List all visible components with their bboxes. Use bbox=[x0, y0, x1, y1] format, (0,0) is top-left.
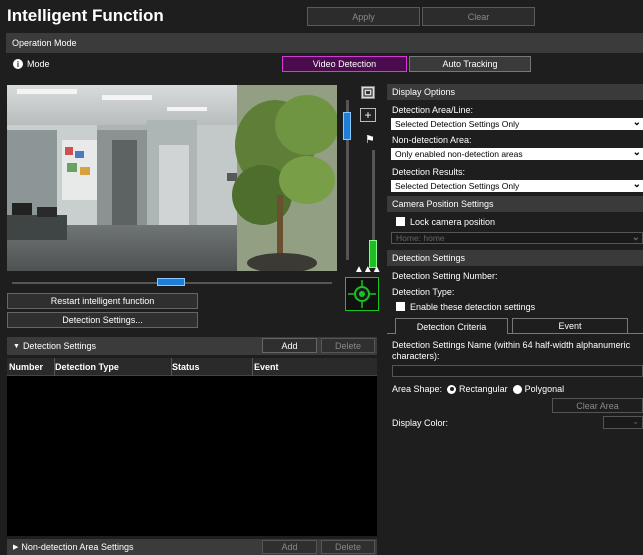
pan-slider-handle[interactable] bbox=[157, 278, 185, 286]
settings-panel: Display Options Detection Area/Line: Sel… bbox=[387, 84, 643, 429]
operation-mode-label: Operation Mode bbox=[12, 38, 77, 48]
focus-far-icon[interactable]: ▲▲▲ bbox=[354, 264, 382, 275]
chevron-down-icon: ⌄ bbox=[632, 147, 641, 158]
col-status[interactable]: Status bbox=[172, 362, 254, 372]
detection-number-label: Detection Setting Number: bbox=[392, 271, 498, 281]
apply-button[interactable]: Apply bbox=[307, 7, 420, 26]
operation-mode-header: Operation Mode bbox=[6, 33, 643, 53]
fit-screen-icon[interactable] bbox=[361, 86, 375, 99]
enable-detection-checkbox[interactable] bbox=[396, 302, 405, 311]
display-options-header: Display Options bbox=[387, 84, 643, 100]
delete-detection-button[interactable]: Delete bbox=[321, 338, 375, 353]
chevron-down-icon: ⌄ bbox=[631, 232, 640, 243]
polygonal-label: Polygonal bbox=[524, 384, 565, 394]
area-line-value: Selected Detection Settings Only bbox=[395, 119, 520, 129]
mode-label: Mode bbox=[27, 59, 50, 69]
detection-table-header: Number Detection Type Status Event bbox=[7, 358, 377, 376]
non-detection-area-value: Only enabled non-detection areas bbox=[395, 149, 523, 159]
tab-event[interactable]: Event bbox=[512, 318, 628, 334]
area-line-select[interactable]: Selected Detection Settings Only ⌄ bbox=[391, 117, 643, 130]
display-color-row: Display Color: ⌄ bbox=[387, 416, 643, 429]
auto-tracking-button[interactable]: Auto Tracking bbox=[409, 56, 531, 72]
camera-position-header: Camera Position Settings bbox=[387, 196, 643, 212]
chevron-down-icon: ⌄ bbox=[632, 179, 641, 190]
detection-results-label: Detection Results: bbox=[392, 167, 466, 177]
non-detection-area-label: Non-detection Area: bbox=[392, 135, 472, 145]
area-shape-row: Area Shape: Rectangular Polygonal bbox=[387, 384, 643, 394]
tab-detection-criteria[interactable]: Detection Criteria bbox=[395, 318, 508, 334]
detection-settings-list-title: Detection Settings bbox=[22, 341, 96, 351]
detection-tabs: Detection Criteria Event bbox=[387, 318, 643, 334]
settings-name-input[interactable] bbox=[392, 365, 643, 377]
collapse-triangle-icon: ▼ bbox=[13, 342, 20, 350]
home-position-select[interactable]: Home: home ⌄ bbox=[391, 232, 643, 244]
enable-detection-row[interactable]: Enable these detection settings bbox=[387, 302, 643, 312]
display-color-select[interactable]: ⌄ bbox=[603, 416, 643, 429]
expand-triangle-icon: ▶ bbox=[13, 544, 19, 551]
enable-detection-label: Enable these detection settings bbox=[410, 302, 536, 312]
polygonal-radio[interactable] bbox=[512, 384, 522, 394]
focus-near-icon[interactable]: ⚑ bbox=[365, 133, 375, 146]
display-color-label: Display Color: bbox=[392, 417, 449, 428]
col-number[interactable]: Number bbox=[7, 362, 55, 372]
video-detection-button[interactable]: Video Detection bbox=[282, 56, 407, 72]
office-scene-image bbox=[7, 85, 337, 271]
detection-settings-form-header: Detection Settings bbox=[387, 250, 643, 266]
page-title: Intelligent Function bbox=[7, 6, 164, 25]
detection-results-value: Selected Detection Settings Only bbox=[395, 181, 520, 191]
detection-type-label: Detection Type: bbox=[392, 287, 455, 297]
lock-camera-row[interactable]: Lock camera position bbox=[387, 217, 643, 227]
crosshair-icon bbox=[348, 280, 376, 308]
camera-position-title: Camera Position Settings bbox=[392, 199, 494, 209]
area-shape-label: Area Shape: bbox=[392, 384, 443, 394]
zoom-slider-handle[interactable] bbox=[343, 112, 351, 140]
add-detection-button[interactable]: Add bbox=[262, 338, 317, 353]
detection-table-body bbox=[7, 376, 377, 536]
delete-non-detection-button[interactable]: Delete bbox=[321, 540, 375, 554]
area-line-label: Detection Area/Line: bbox=[392, 105, 474, 115]
chevron-down-icon: ⌄ bbox=[632, 417, 639, 426]
home-position-value: Home: home bbox=[396, 233, 445, 243]
info-icon: i bbox=[13, 59, 23, 69]
detection-results-select[interactable]: Selected Detection Settings Only ⌄ bbox=[391, 179, 643, 192]
settings-name-label: Detection Settings Name (within 64 half-… bbox=[392, 340, 631, 361]
rectangular-radio[interactable] bbox=[447, 384, 457, 394]
restart-intelligent-function-button[interactable]: Restart intelligent function bbox=[7, 293, 198, 309]
lock-camera-checkbox[interactable] bbox=[396, 217, 405, 226]
col-detection-type[interactable]: Detection Type bbox=[55, 362, 172, 372]
col-event[interactable]: Event bbox=[254, 362, 354, 372]
detection-settings-form-title: Detection Settings bbox=[392, 253, 466, 263]
non-detection-list-title: Non-detection Area Settings bbox=[21, 542, 134, 552]
ptz-joystick[interactable] bbox=[345, 277, 379, 311]
chevron-down-icon: ⌄ bbox=[632, 117, 641, 128]
camera-video[interactable] bbox=[7, 85, 337, 271]
display-options-title: Display Options bbox=[392, 87, 456, 97]
detection-settings-open-button[interactable]: Detection Settings... bbox=[7, 312, 198, 328]
add-non-detection-button[interactable]: Add bbox=[262, 540, 317, 554]
clear-button[interactable]: Clear bbox=[422, 7, 535, 26]
clear-area-button[interactable]: Clear Area bbox=[552, 398, 643, 413]
non-detection-area-select[interactable]: Only enabled non-detection areas ⌄ bbox=[391, 147, 643, 160]
lock-camera-label: Lock camera position bbox=[410, 217, 496, 227]
zoom-in-icon[interactable]: + bbox=[360, 108, 376, 122]
rectangular-label: Rectangular bbox=[459, 384, 508, 394]
